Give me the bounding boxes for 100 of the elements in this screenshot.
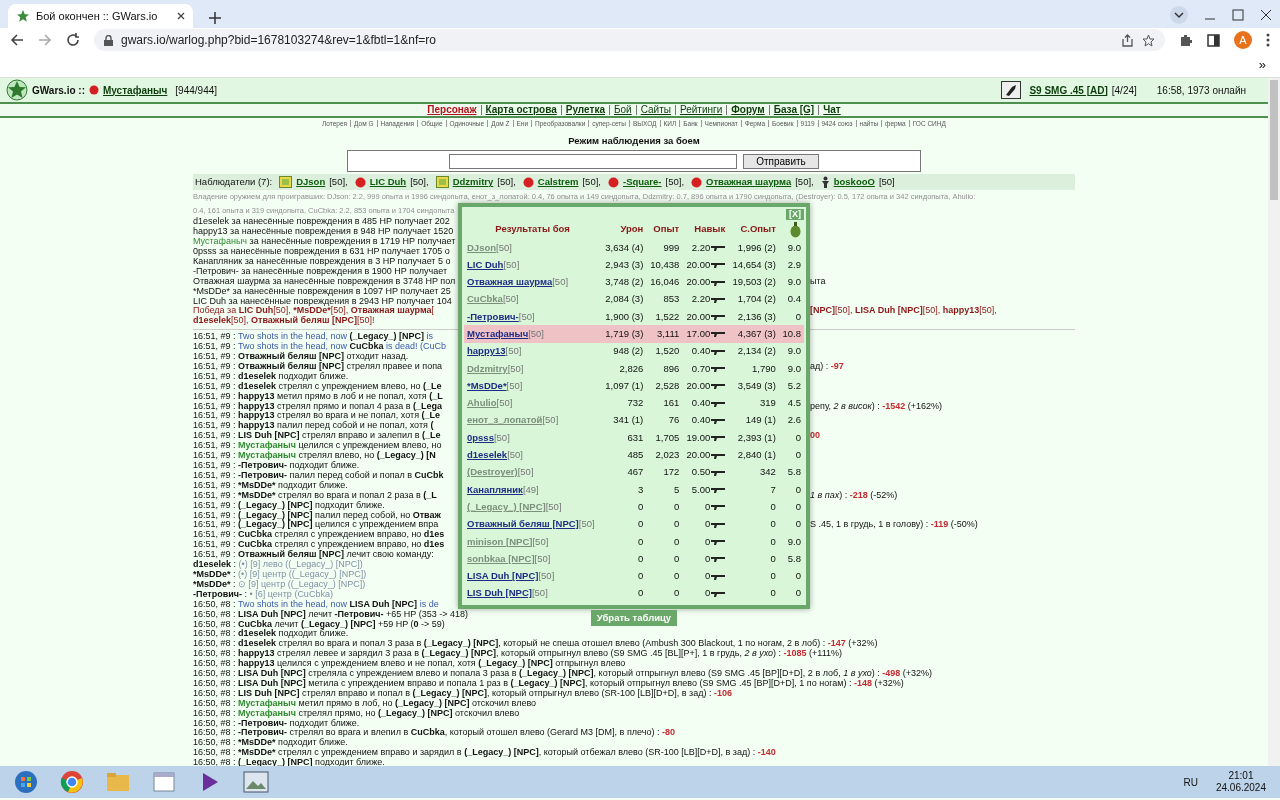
log-line: 16:51, #9 : (_Legacy_) [NPC] подходит ближе.	[193, 500, 385, 510]
language-indicator[interactable]: RU	[1183, 774, 1198, 790]
observer-link[interactable]: Ddzmitry	[452, 175, 494, 190]
chevron-icon[interactable]	[1170, 6, 1188, 24]
player-link[interactable]: LISA Duh [NPC]	[467, 570, 539, 582]
log-line: 16:51, #9 : Two shots in the head, now CuCbka is dead! (CuCb	[193, 342, 446, 352]
player-link[interactable]: *MsDDe*	[467, 379, 507, 391]
player-link[interactable]: Канапляник	[467, 483, 523, 495]
log-line: -Петрович- за нанесённые повреждения в 1900 HP получает	[193, 266, 448, 277]
player-link[interactable]: Отважный беляш [NPC]	[467, 518, 579, 530]
log-line: 16:50, #8 : happy13 целился с упреждением влево и не попал, хотя (_Legacy_) [NPC] отпрыгнул влево	[193, 659, 626, 669]
table-cell-text: 19,503 (2)	[731, 275, 777, 290]
play-icon[interactable]	[201, 772, 219, 792]
log-line: Канапляник за нанесённые повреждения в 3 HP получает 5 о	[193, 256, 451, 267]
player-rank: [50]	[542, 414, 559, 426]
weapon-slot[interactable]	[1001, 81, 1022, 99]
player-link[interactable]: Отважная шаурма	[467, 276, 553, 288]
share-icon[interactable]	[1121, 33, 1134, 47]
menu-icon[interactable]	[1266, 33, 1270, 47]
browser-icon[interactable]	[60, 770, 84, 794]
maximize-icon[interactable]	[1232, 9, 1244, 21]
log-line: 16:50, #8 : happy13 стрелял левее и зарядил 3 раза в (_Legacy_) [NPC], который отпрыгнул влево (S9 SMG .45 [BL][P+], 1 в грудь, 2 в ухо) : -1085 (+111%)	[193, 649, 843, 660]
nav-link[interactable]: Чат	[818, 105, 845, 115]
log-line: 16:51, #9 : happy13 стрелял во врага и не попал, хотя (_Le	[193, 411, 441, 422]
player-rank: [50]	[552, 276, 569, 288]
player-link[interactable]: happy13	[467, 345, 506, 357]
player-link[interactable]: LIS Duh [NPC]	[467, 587, 532, 599]
nav-link[interactable]: Карта острова	[480, 105, 561, 115]
nav-link[interactable]: Рейтинги	[674, 105, 727, 115]
table-cell-text: 467	[626, 465, 645, 480]
log-line: 16:51, #9 : happy13 стрелял прямо и попал 4 раза в (_Lega	[193, 401, 442, 412]
nav-link[interactable]: Сайты	[635, 105, 675, 115]
log-line: 16:50, #8 : *MsDDe* стрелял с упреждением вправо и зарядил в (_Legacy_) [NPC], который отбежал влево (SR-100 [LB][D+D], в зад) : -140	[193, 748, 776, 759]
table-cell-text: 853	[662, 292, 681, 307]
start-icon[interactable]	[14, 770, 38, 794]
observer-link[interactable]: Отважная шаурма	[706, 175, 792, 190]
player-link[interactable]: Мустафаныч	[102, 82, 168, 98]
player-rank: [50]	[538, 570, 555, 582]
clock-time[interactable]: 21:01	[1215, 770, 1266, 782]
scrollbar-thumb[interactable]	[1270, 80, 1278, 200]
sidebar-icon[interactable]	[1207, 33, 1220, 47]
star-logo-icon[interactable]	[6, 79, 28, 101]
observer-link[interactable]: -Square-	[623, 175, 662, 190]
observer-rank: [50],	[582, 175, 601, 190]
bookmark-star-icon[interactable]	[1142, 33, 1155, 47]
player-link[interactable]: LIC Duh	[467, 258, 504, 270]
log-line: 16:51, #9 : (_Legacy_) [NPC] палил перед собой, но Отваж	[193, 510, 441, 521]
player-rank: [50]	[545, 500, 562, 512]
nav-link[interactable]: Форум	[726, 105, 769, 115]
close-icon[interactable]	[177, 12, 185, 20]
observer-link[interactable]: boskooO	[833, 175, 875, 190]
bookmarks-more[interactable]: »	[1258, 54, 1266, 75]
table-cell-text: 149 (1)	[744, 413, 777, 428]
nav-link[interactable]: Рулетка	[560, 105, 609, 115]
browser-tab[interactable]: Бой окончен :: GWars.io	[8, 4, 193, 28]
message-input[interactable]	[449, 153, 738, 169]
figure-icon	[820, 176, 830, 189]
address-bar[interactable]: gwars.io/warlog.php?bid=1678103274&rev=1&fbtl=1&nf=ro	[94, 29, 1165, 51]
close-icon[interactable]	[1260, 9, 1272, 21]
skill-value: 20.00	[686, 258, 711, 270]
dot-icon	[354, 176, 366, 188]
table-cell-text: 341 (1)	[612, 413, 645, 428]
table-cell: 1,900 (3)	[601, 308, 647, 326]
log-line: 16:51, #9 : Отважный беляш [NPC] отходит назад.	[193, 352, 409, 362]
player-link[interactable]: -Петрович-	[467, 310, 519, 322]
image-icon[interactable]	[243, 771, 269, 793]
column-header: Урон	[619, 222, 645, 237]
observer-rank: [50],	[329, 175, 348, 190]
log-line: 16:51, #9 : Мустафаныч стрелял влево, но (_Legacy_) [N	[193, 451, 436, 461]
nav-link[interactable]: Персонаж	[423, 105, 481, 115]
log-line: 16:51, #9 : Two shots in the head, now (_Legacy_) [NPC] is	[193, 332, 433, 343]
table-cell-text: 0	[637, 499, 645, 514]
observer-link[interactable]: DJson	[296, 175, 326, 190]
table-cell-text: 2,840 (1)	[736, 448, 777, 463]
send-button[interactable]: Отправить	[743, 153, 819, 169]
new-tab-icon[interactable]	[209, 12, 221, 24]
observer-link[interactable]: Calstrem	[537, 175, 579, 190]
nav-link[interactable]: Бой	[608, 105, 636, 115]
table-cell-text: 2.9	[786, 257, 802, 272]
reload-icon[interactable]	[66, 33, 80, 47]
player-link[interactable]: Мустафаныч	[467, 328, 529, 339]
log-line: 16:50, #8 : -Петрович- стрелял во врага и влепил в CuCbka, который отошел влево (Gerard M3 [DM], в плечо) : -80	[193, 728, 675, 739]
player-link[interactable]: d1eselek	[467, 449, 508, 461]
back-icon[interactable]	[10, 33, 24, 47]
skill-value: 0.40	[691, 345, 711, 357]
table-cell-text: 172	[662, 465, 681, 480]
table-cell-text: 0	[794, 430, 802, 445]
nav-link[interactable]: База [G]	[768, 105, 819, 115]
table-cell-text: 7	[769, 482, 777, 497]
player-rank: [50]	[534, 552, 551, 564]
table-cell-text: 0	[769, 499, 777, 514]
table-cell-text: 0	[672, 534, 681, 549]
weapon-link[interactable]: S9 SMG .45 [AD]	[1029, 82, 1108, 98]
dot-icon	[88, 85, 99, 95]
table-cell-text: 0	[794, 517, 802, 532]
player-link[interactable]: 0psss	[467, 431, 494, 443]
clock-date[interactable]: 24.06.2024	[1215, 782, 1266, 794]
observer-link[interactable]: LIC Duh	[369, 175, 407, 190]
log-line: 16:50, #8 : d1eselek подходит ближе.	[193, 629, 349, 639]
puzzle-icon[interactable]	[1179, 33, 1193, 47]
